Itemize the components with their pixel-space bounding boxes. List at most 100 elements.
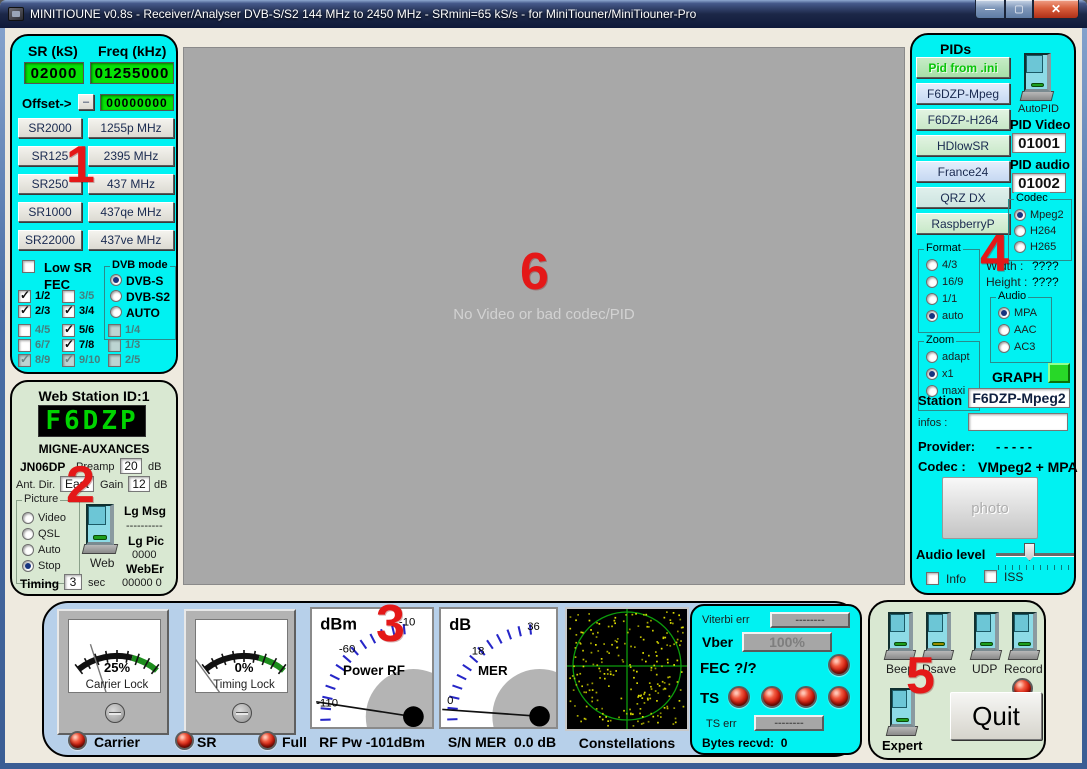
fec-checkbox[interactable]: [62, 354, 75, 367]
fec-checkbox[interactable]: [108, 339, 121, 352]
dvb-s2-label: DVB-S2: [126, 290, 170, 304]
preset-freq-button[interactable]: 1255p MHz: [88, 118, 174, 138]
format-auto-radio[interactable]: [926, 310, 938, 322]
codec-mpeg2-radio[interactable]: [1014, 209, 1026, 221]
ts-led-2: [761, 686, 783, 708]
ts-led-3: [795, 686, 817, 708]
preamp-input[interactable]: [120, 458, 142, 474]
photo-button[interactable]: photo: [942, 477, 1038, 539]
dvb-s2-radio[interactable]: [110, 290, 122, 302]
preset-sr-button[interactable]: SR2000: [18, 118, 82, 138]
preset-freq-button[interactable]: 437ve MHz: [88, 230, 174, 250]
fec-checkbox[interactable]: [18, 354, 31, 367]
pid-preset-button[interactable]: France24: [916, 161, 1010, 182]
annotation-4: 4: [980, 228, 1009, 280]
audio-mpa-radio[interactable]: [998, 307, 1010, 319]
minimize-button[interactable]: —: [975, 0, 1005, 19]
udp-toggle[interactable]: [974, 612, 1006, 660]
picture-stop-label: Stop: [38, 560, 61, 572]
fec-checkbox[interactable]: [108, 354, 121, 367]
timing-lock-knob[interactable]: [232, 703, 252, 723]
autopid-toggle[interactable]: [1024, 53, 1058, 101]
graph-indicator[interactable]: [1048, 363, 1070, 383]
offset-input[interactable]: [100, 94, 174, 111]
audio-level-thumb[interactable]: [1024, 543, 1035, 561]
format-43-radio[interactable]: [926, 259, 938, 271]
freq-label: Freq (kHz): [98, 43, 166, 59]
low-sr-checkbox[interactable]: [22, 260, 35, 273]
annotation-1: 1: [66, 139, 95, 191]
fec-checkbox[interactable]: [18, 324, 31, 337]
annotation-2: 2: [66, 459, 95, 511]
fec-checkbox[interactable]: [62, 339, 75, 352]
picture-auto-radio[interactable]: [22, 544, 34, 556]
fec-checkbox[interactable]: [62, 305, 75, 318]
annotation-6: 6: [520, 246, 549, 298]
audio-level-slider[interactable]: [996, 553, 1074, 556]
mer-label: MER: [478, 663, 508, 678]
dvb-auto-radio[interactable]: [110, 306, 122, 318]
audio-aac-label: AAC: [1014, 324, 1037, 336]
pid-from-ini-button[interactable]: Pid from .ini: [916, 57, 1010, 78]
close-button[interactable]: ✕: [1033, 0, 1079, 19]
preset-freq-button[interactable]: 2395 MHz: [88, 146, 174, 166]
format-11-radio[interactable]: [926, 293, 938, 305]
record-toggle[interactable]: [1012, 612, 1044, 660]
gain-input[interactable]: [128, 476, 150, 492]
pid-preset-button[interactable]: HDlowSR: [916, 135, 1010, 156]
fec-checkbox[interactable]: [62, 290, 75, 303]
zoom-x1-radio[interactable]: [926, 368, 938, 380]
codec-h265-radio[interactable]: [1014, 241, 1026, 253]
pid-preset-button[interactable]: QRZ DX: [916, 187, 1010, 208]
fec-status-label: FEC ?/?: [700, 660, 757, 677]
format-169-radio[interactable]: [926, 276, 938, 288]
iss-checkbox[interactable]: [984, 570, 997, 583]
pid-preset-button[interactable]: F6DZP-Mpeg: [916, 83, 1010, 104]
pid-video-input[interactable]: [1012, 133, 1066, 153]
dvb-auto-label: AUTO: [126, 306, 160, 320]
codec-mpeg2-label: Mpeg2: [1030, 209, 1064, 221]
picture-qsl-radio[interactable]: [22, 528, 34, 540]
ts-led-4: [828, 686, 850, 708]
pid-audio-label: PID audio: [1010, 157, 1070, 172]
carrier-lock-knob[interactable]: [105, 703, 125, 723]
quit-button[interactable]: Quit: [950, 692, 1042, 740]
preset-freq-button[interactable]: 437 MHz: [88, 174, 174, 194]
freq-input[interactable]: [90, 62, 174, 84]
fec-checkbox[interactable]: [18, 339, 31, 352]
sr-input[interactable]: [24, 62, 84, 84]
info-checkbox[interactable]: [926, 572, 939, 585]
preset-freq-button[interactable]: 437qe MHz: [88, 202, 174, 222]
infos-input[interactable]: [968, 413, 1068, 431]
codec-h264-radio[interactable]: [1014, 225, 1026, 237]
fec-checkbox[interactable]: [62, 324, 75, 337]
timing-lock-label: Timing Lock: [213, 679, 275, 691]
infos-label: infos :: [918, 417, 947, 429]
offset-minus-button[interactable]: –: [78, 94, 94, 110]
gain-unit: dB: [154, 479, 167, 491]
dvb-s-radio[interactable]: [110, 274, 122, 286]
pid-audio-input[interactable]: [1012, 173, 1066, 193]
station-input[interactable]: [968, 388, 1070, 408]
app-window: MINITIOUNE v0.8s - Receiver/Analyser DVB…: [0, 0, 1087, 769]
maximize-button[interactable]: ▢: [1005, 0, 1033, 19]
ts-err-label: TS err: [706, 718, 737, 730]
preset-sr-button[interactable]: SR22000: [18, 230, 82, 250]
fec-checkbox[interactable]: [18, 290, 31, 303]
callsign-display: F6DZP: [38, 405, 146, 437]
picture-video-radio[interactable]: [22, 512, 34, 524]
timing-input[interactable]: [64, 574, 82, 590]
title-bar[interactable]: MINITIOUNE v0.8s - Receiver/Analyser DVB…: [0, 0, 1087, 28]
preset-sr-button[interactable]: SR1000: [18, 202, 82, 222]
fec-checkbox[interactable]: [108, 324, 121, 337]
fec-checkbox[interactable]: [18, 305, 31, 318]
fec-option-label: 3/4: [79, 305, 94, 317]
pid-preset-button[interactable]: F6DZP-H264: [916, 109, 1010, 130]
ts-err-field: --------: [754, 715, 824, 731]
fec-option-label: 1/2: [35, 290, 50, 302]
picture-stop-radio[interactable]: [22, 560, 34, 572]
audio-aac-radio[interactable]: [998, 324, 1010, 336]
zoom-adapt-radio[interactable]: [926, 351, 938, 363]
fec-option-label: 1/4: [125, 324, 140, 336]
audio-ac3-radio[interactable]: [998, 341, 1010, 353]
